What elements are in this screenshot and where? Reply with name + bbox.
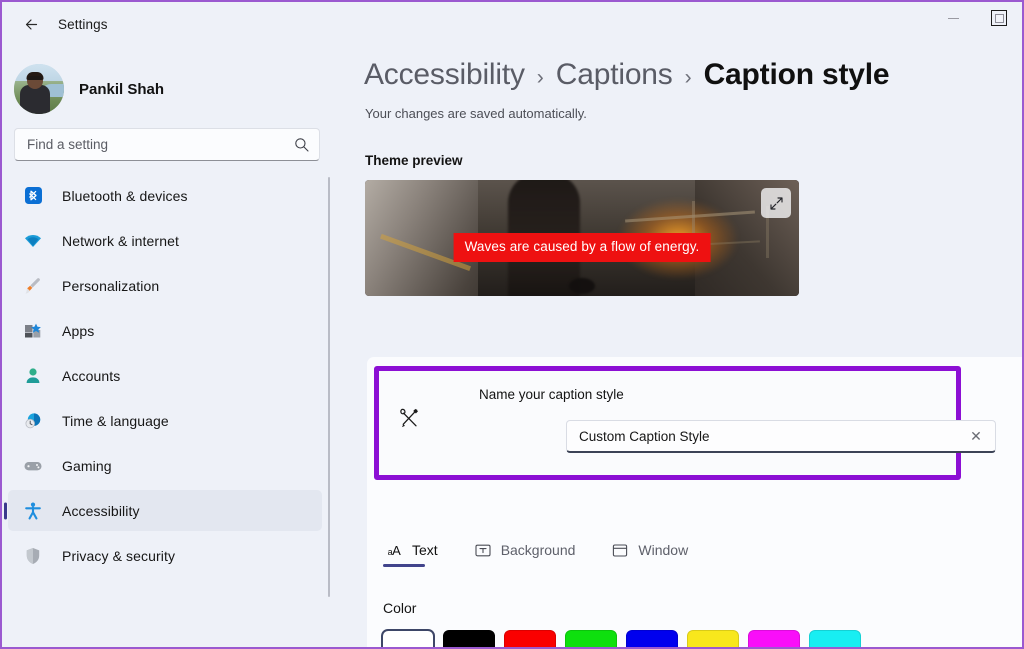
tab-label: Background (500, 542, 576, 558)
sidebar-item-label: Accounts (62, 367, 121, 384)
sidebar-item-apps[interactable]: Apps (8, 310, 322, 351)
sidebar-item-bluetooth-devices[interactable]: Bluetooth & devices (8, 175, 322, 216)
apps-icon (22, 320, 44, 342)
preview-caption-text: Waves are caused by a flow of energy. (464, 239, 700, 255)
text-background-icon (474, 541, 492, 559)
minimize-icon (947, 17, 959, 19)
theme-preview-image: Waves are caused by a flow of energy. (365, 180, 799, 296)
color-swatch-list (381, 629, 861, 647)
gamepad-icon (22, 455, 44, 477)
profile-section[interactable]: Pankil Shah (2, 46, 332, 120)
sidebar-item-label: Apps (62, 322, 95, 339)
sidebar-scrollbar[interactable] (328, 177, 330, 597)
color-swatch-yellow[interactable] (687, 630, 739, 647)
color-swatch-black[interactable] (443, 630, 495, 647)
tab-label: Text (412, 542, 438, 558)
title-bar: Settings (2, 2, 1022, 46)
window-icon (611, 541, 629, 559)
sidebar-item-privacy-security[interactable]: Privacy & security (8, 535, 322, 576)
color-swatch-red[interactable] (504, 630, 556, 647)
sidebar-item-label: Gaming (62, 457, 112, 474)
search-input[interactable] (27, 137, 294, 152)
breadcrumb-item-accessibility[interactable]: Accessibility (364, 58, 525, 92)
breadcrumb-item-caption-style: Caption style (703, 58, 890, 91)
shield-icon (22, 545, 44, 567)
sidebar-item-label: Time & language (62, 412, 169, 429)
breadcrumb: Accessibility › Captions › Caption style (332, 46, 1022, 92)
accessibility-icon (22, 500, 44, 522)
color-swatch-magenta[interactable] (748, 630, 800, 647)
expand-preview-button[interactable] (761, 188, 791, 218)
sidebar-item-personalization[interactable]: Personalization (8, 265, 322, 306)
breadcrumb-separator: › (684, 66, 692, 89)
search-icon (295, 138, 309, 152)
main-content: Accessibility › Captions › Caption style… (332, 46, 1022, 647)
caption-style-name-input[interactable] (579, 428, 965, 444)
maximize-icon (991, 10, 1007, 26)
tab-label: Window (638, 542, 689, 558)
window-title: Settings (58, 16, 108, 32)
sidebar: Pankil Shah Bluetooth & devices Network … (2, 46, 332, 647)
pen-edit-icon (391, 400, 427, 436)
window-controls (930, 2, 1022, 46)
bluetooth-icon (22, 185, 44, 207)
name-caption-style-label: Name your caption style (479, 387, 624, 402)
sidebar-item-label: Bluetooth & devices (62, 187, 188, 204)
settings-panel: Name your caption style ✕ aA Text (367, 357, 1022, 647)
back-button[interactable] (10, 8, 52, 40)
sidebar-item-label: Personalization (62, 277, 160, 294)
arrow-left-icon (25, 18, 37, 30)
auto-save-note: Your changes are saved automatically. (365, 106, 587, 121)
name-caption-style-highlight: Name your caption style ✕ (374, 366, 996, 480)
aA-text-icon: aA (387, 542, 401, 558)
breadcrumb-separator: › (536, 66, 544, 89)
caption-style-name-field[interactable]: ✕ (566, 420, 996, 453)
paintbrush-icon (22, 275, 44, 297)
color-section-label: Color (383, 600, 417, 616)
color-swatch-blue[interactable] (626, 630, 678, 647)
name-caption-style-card: Name your caption style ✕ (379, 371, 996, 475)
settings-window: Settings Pankil Shah Find a setting Blue… (0, 0, 1024, 649)
sidebar-item-accounts[interactable]: Accounts (8, 355, 322, 396)
sidebar-nav: Bluetooth & devices Network & internet P… (2, 175, 332, 645)
sidebar-item-gaming[interactable]: Gaming (8, 445, 322, 486)
search-box[interactable] (14, 128, 320, 161)
sidebar-item-accessibility[interactable]: Accessibility (8, 490, 322, 531)
breadcrumb-item-captions[interactable]: Captions (556, 58, 673, 92)
tab-window[interactable]: Window (607, 537, 692, 567)
tab-text[interactable]: aA Text (381, 537, 442, 567)
maximize-button[interactable] (976, 2, 1022, 34)
profile-name: Pankil Shah (79, 80, 165, 98)
color-swatch-cyan[interactable] (809, 630, 861, 647)
style-tabs: aA Text Background Window (381, 537, 692, 567)
theme-preview-label: Theme preview (365, 153, 463, 168)
expand-diagonal-icon (769, 196, 783, 210)
clock-icon (22, 410, 44, 432)
preview-caption-bar: Waves are caused by a flow of energy. (453, 233, 711, 263)
sidebar-item-time-language[interactable]: Time & language (8, 400, 322, 441)
sidebar-item-network-internet[interactable]: Network & internet (8, 220, 322, 261)
tab-background[interactable]: Background (470, 537, 580, 567)
sidebar-item-label: Network & internet (62, 232, 179, 249)
person-icon (22, 365, 44, 387)
sidebar-item-label: Privacy & security (62, 547, 176, 564)
close-icon[interactable]: ✕ (965, 425, 987, 447)
avatar (14, 64, 64, 114)
color-swatch-white[interactable] (381, 629, 435, 647)
wifi-icon (22, 230, 44, 252)
color-swatch-green[interactable] (565, 630, 617, 647)
sidebar-item-label: Accessibility (62, 502, 140, 519)
minimize-button[interactable] (930, 2, 976, 34)
